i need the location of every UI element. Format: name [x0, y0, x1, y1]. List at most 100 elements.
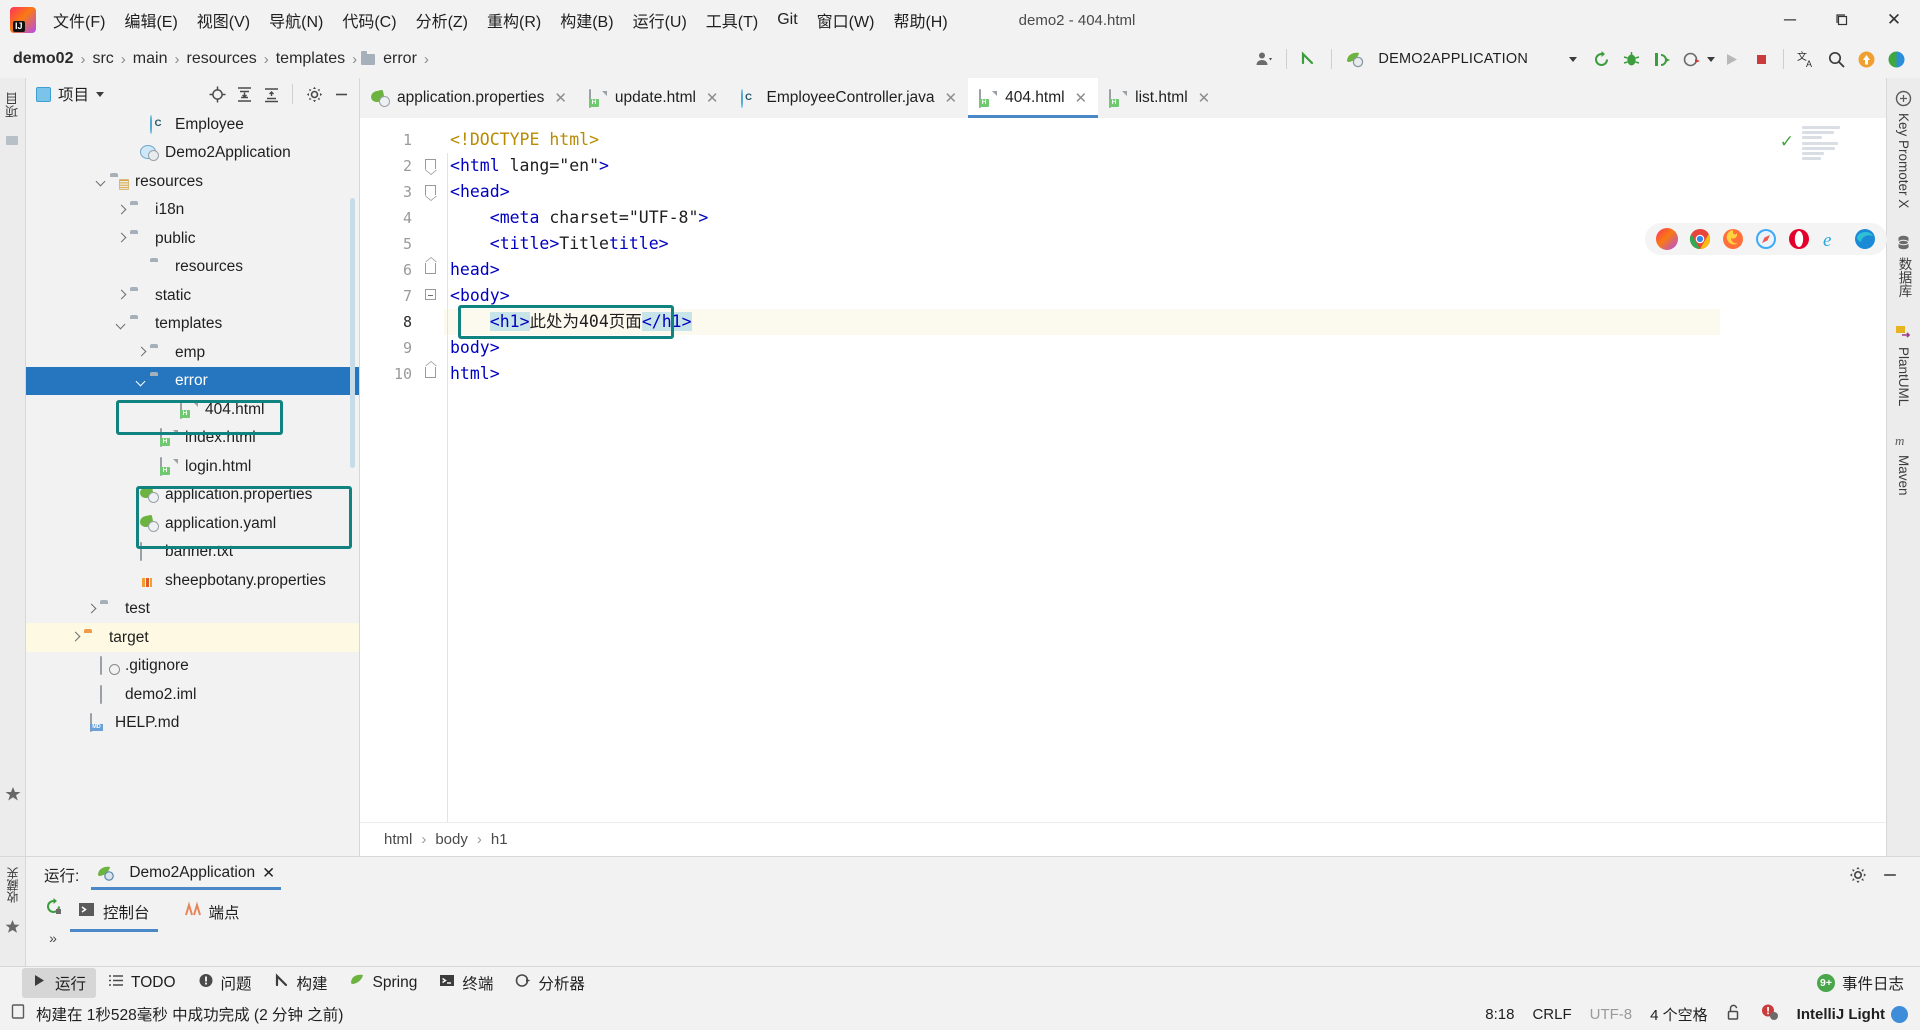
line-number[interactable]: 4 — [360, 205, 422, 231]
line-separator[interactable]: CRLF — [1532, 1006, 1571, 1023]
chevron-right-icon[interactable] — [114, 231, 128, 245]
structure-icon[interactable] — [5, 134, 21, 148]
favorites-icon[interactable] — [5, 786, 21, 801]
tree-node-public[interactable]: public — [26, 224, 359, 253]
left-tool-project[interactable]: 项目 — [3, 92, 22, 118]
firefox-icon[interactable] — [1722, 228, 1744, 250]
tree-node-test[interactable]: test — [26, 595, 359, 624]
close-button[interactable]: ✕ — [1868, 0, 1920, 40]
chevron-down-icon[interactable] — [114, 317, 128, 331]
intellij-browser-icon[interactable] — [1656, 228, 1678, 250]
chevron-down-icon[interactable] — [134, 374, 148, 388]
inspection-ok-icon[interactable]: ✓ — [1780, 132, 1794, 152]
breadcrumb-error[interactable]: error — [380, 48, 420, 70]
menu-bar[interactable]: 文件(F) 编辑(E) 视图(V) 导航(N) 代码(C) 分析(Z) 重构(R… — [44, 4, 957, 36]
menu-file[interactable]: 文件(F) — [44, 4, 114, 36]
internet-explorer-icon[interactable]: e — [1821, 228, 1843, 251]
editor-breadcrumb-html[interactable]: html — [384, 831, 412, 848]
ide-icon[interactable] — [1882, 45, 1910, 73]
subtab-endpoints[interactable]: 端点 — [180, 897, 244, 932]
tool-button-todo[interactable]: TODO — [98, 969, 186, 997]
code-line-3[interactable]: <head> — [444, 179, 1720, 205]
right-tool-maven[interactable]: m Maven — [1895, 432, 1912, 496]
rerun-icon[interactable] — [44, 897, 63, 921]
tool-button-profiler[interactable]: 分析器 — [505, 968, 595, 998]
code-line-2[interactable]: <html lang="en"> — [444, 153, 1720, 179]
line-number[interactable]: 9 — [360, 335, 422, 361]
chevron-right-icon[interactable] — [134, 345, 148, 359]
right-tool-database[interactable]: 数据库 — [1894, 234, 1914, 298]
chevron-right-icon[interactable] — [114, 288, 128, 302]
user-icon[interactable] — [1250, 45, 1278, 73]
menu-view[interactable]: 视图(V) — [188, 4, 259, 36]
line-number[interactable]: 3 — [360, 179, 422, 205]
ide-theme-indicator[interactable]: IntelliJ Light — [1797, 1005, 1908, 1023]
event-log-button[interactable]: 9+ 事件日志 — [1816, 972, 1920, 994]
chevron-down-icon[interactable] — [1569, 56, 1577, 62]
tree-node-resources[interactable]: resources — [26, 167, 359, 196]
line-number[interactable]: 10 — [360, 361, 422, 387]
editor-tabs[interactable]: application.properties✕update.html✕Emplo… — [360, 78, 1886, 118]
editor-tab-list-html[interactable]: list.html ✕ — [1098, 78, 1221, 118]
expand-all-icon[interactable] — [232, 82, 256, 106]
tree-node-sheepbotany-properties[interactable]: sheepbotany.properties — [26, 566, 359, 595]
code-line-7[interactable]: <body> — [444, 283, 1720, 309]
editor-breadcrumb[interactable]: html › body › h1 — [360, 822, 1886, 856]
editor-tab-application-properties[interactable]: application.properties ✕ — [360, 78, 578, 118]
search-icon[interactable] — [1822, 45, 1850, 73]
tree-node-application-properties[interactable]: application.properties — [26, 481, 359, 510]
menu-navigate[interactable]: 导航(N) — [260, 4, 332, 36]
collapse-all-icon[interactable] — [259, 82, 283, 106]
close-icon[interactable]: ✕ — [1198, 89, 1211, 107]
tree-node-demo2-iml[interactable]: demo2.iml — [26, 680, 359, 709]
chevron-down-icon[interactable] — [96, 91, 105, 97]
opera-icon[interactable] — [1788, 228, 1810, 250]
run-panel-settings-icon[interactable] — [1846, 863, 1870, 887]
fold-marker-html-end[interactable] — [422, 361, 444, 387]
favorites-star-icon[interactable] — [5, 919, 21, 933]
project-tree[interactable]: Employee Demo2Application resources i18n pub… — [26, 110, 359, 856]
line-number[interactable]: 2 — [360, 153, 422, 179]
translate-icon[interactable]: 文A — [1792, 45, 1820, 73]
breadcrumb-src[interactable]: src — [89, 48, 116, 70]
profile-icon[interactable] — [1677, 45, 1705, 73]
tree-node-i18n[interactable]: i18n — [26, 196, 359, 225]
code-folding-gutter[interactable] — [422, 118, 444, 822]
tree-node-404-html[interactable]: 404.html — [26, 395, 359, 424]
vcs-update-icon[interactable] — [1295, 45, 1323, 73]
code-line-10[interactable]: html> — [444, 361, 1720, 387]
close-icon[interactable]: ✕ — [1075, 89, 1088, 107]
breadcrumb-demo02[interactable]: demo02 — [10, 48, 76, 70]
debug-icon[interactable] — [1617, 45, 1645, 73]
code-text[interactable]: <!DOCTYPE html> <html lang="en"> <head> <m… — [444, 118, 1720, 822]
fold-marker-html[interactable] — [422, 153, 444, 179]
code-line-9[interactable]: body> — [444, 335, 1720, 361]
locate-icon[interactable] — [205, 82, 229, 106]
run-with-coverage-icon[interactable] — [1647, 45, 1675, 73]
fold-marker-head-end[interactable] — [422, 257, 444, 283]
close-icon[interactable]: ✕ — [706, 89, 719, 107]
code-line-5[interactable]: <title>Titletitle> — [444, 231, 1720, 257]
project-tree-scrollbar[interactable] — [350, 198, 355, 468]
tool-button-build[interactable]: 构建 — [264, 968, 338, 998]
run-configuration-selector[interactable]: DEMO2APPLICATION — [1370, 49, 1585, 69]
tree-node-static[interactable]: static — [26, 281, 359, 310]
maximize-button[interactable] — [1816, 0, 1868, 40]
safari-icon[interactable] — [1755, 228, 1777, 250]
tree-node--gitignore[interactable]: .gitignore — [26, 652, 359, 681]
tool-button-problems[interactable]: 问题 — [188, 968, 262, 998]
tree-node-demo2application[interactable]: Demo2Application — [26, 139, 359, 168]
menu-help[interactable]: 帮助(H) — [884, 4, 956, 36]
close-icon[interactable]: ✕ — [554, 89, 567, 107]
gear-icon[interactable] — [302, 82, 326, 106]
tree-node-login-html[interactable]: login.html — [26, 452, 359, 481]
unlocked-icon[interactable] — [1726, 1004, 1742, 1025]
chevron-right-icon[interactable] — [84, 602, 98, 616]
editor-breadcrumb-body[interactable]: body — [435, 831, 468, 848]
tool-button-spring[interactable]: Spring — [340, 969, 428, 997]
edge-icon[interactable] — [1854, 228, 1876, 250]
tree-node-application-yaml[interactable]: application.yaml — [26, 509, 359, 538]
line-number[interactable]: 6 — [360, 257, 422, 283]
menu-window[interactable]: 窗口(W) — [808, 4, 884, 36]
chrome-icon[interactable] — [1689, 228, 1711, 250]
